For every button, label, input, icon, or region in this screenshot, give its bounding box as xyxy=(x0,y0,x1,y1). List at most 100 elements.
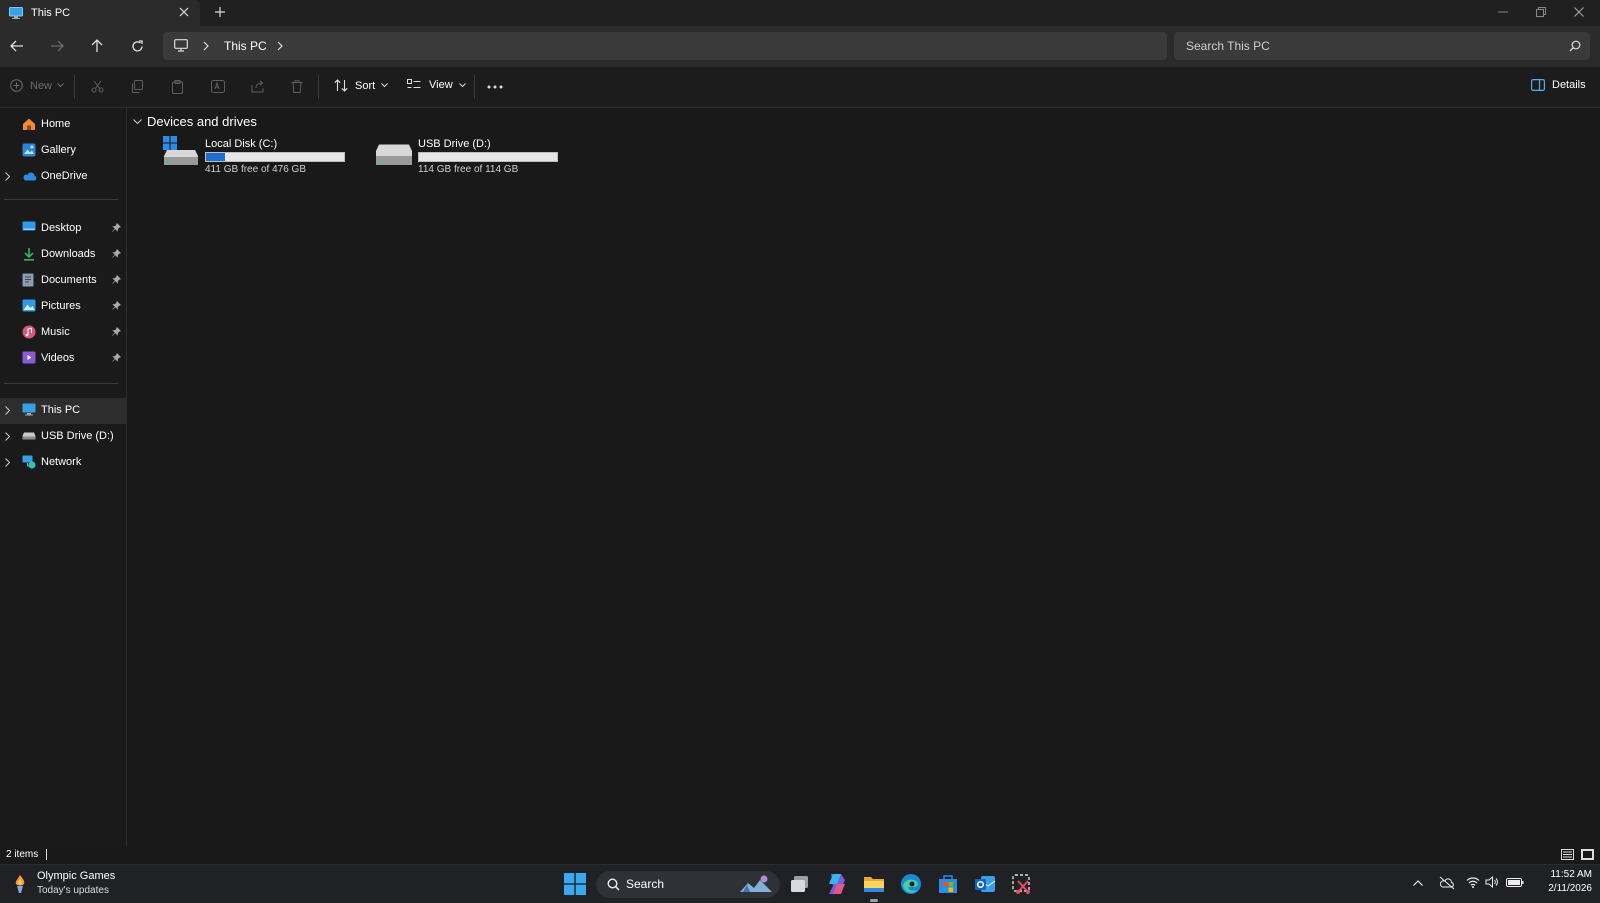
address-bar[interactable]: This PC xyxy=(163,32,1167,60)
home-icon xyxy=(22,117,36,131)
snipping-tool-icon[interactable] xyxy=(1010,872,1034,896)
chevron-down-icon xyxy=(458,82,466,88)
taskbar: Olympic Games Today's updates Search 11:… xyxy=(0,864,1600,903)
share-icon[interactable] xyxy=(251,80,265,93)
clock[interactable]: 11:52 AM 2/11/2026 xyxy=(1532,869,1592,894)
chevron-right-icon[interactable] xyxy=(5,406,10,415)
battery-icon[interactable] xyxy=(1506,878,1524,887)
sidebar-item-documents[interactable]: Documents xyxy=(0,268,126,294)
navigation-bar: This PC Search This PC xyxy=(0,26,1600,67)
sidebar-item-pictures[interactable]: Pictures xyxy=(0,294,126,320)
microsoft-365-icon[interactable] xyxy=(825,872,849,896)
close-tab-icon[interactable] xyxy=(179,7,189,17)
drive-name: USB Drive (D:) xyxy=(418,138,491,150)
drive-tile-c[interactable]: Local Disk (C:) 411 GB free of 476 GB xyxy=(160,134,350,178)
delete-icon[interactable] xyxy=(291,80,303,93)
usb-drive-icon xyxy=(22,432,36,440)
up-button[interactable] xyxy=(85,34,109,58)
separator xyxy=(474,75,475,99)
drive-tile-d[interactable]: USB Drive (D:) 114 GB free of 114 GB xyxy=(374,134,564,178)
breadcrumb-this-pc[interactable]: This PC xyxy=(224,39,267,53)
monitor-icon xyxy=(174,39,188,52)
chevron-down-icon xyxy=(381,83,389,88)
separator xyxy=(74,75,75,99)
videos-icon xyxy=(22,351,36,364)
sidebar-item-gallery[interactable]: Gallery xyxy=(0,138,126,164)
network-icon xyxy=(22,455,36,469)
drive-free-space: 114 GB free of 114 GB xyxy=(418,164,519,175)
chevron-right-icon[interactable] xyxy=(5,458,10,467)
sidebar-item-desktop[interactable]: Desktop xyxy=(0,216,126,242)
details-button[interactable]: Details xyxy=(1531,79,1586,91)
sidebar-item-downloads[interactable]: Downloads xyxy=(0,242,126,268)
paste-icon[interactable] xyxy=(171,80,184,94)
status-bar: 2 items xyxy=(0,846,1600,864)
volume-icon[interactable] xyxy=(1485,876,1499,888)
chevron-right-icon[interactable] xyxy=(203,41,209,51)
navigation-pane: Home Gallery OneDrive Desktop Downloads xyxy=(0,108,127,846)
pin-icon xyxy=(112,249,121,258)
large-icons-view-icon[interactable] xyxy=(1581,849,1594,860)
search-highlight-icon xyxy=(738,874,774,894)
microsoft-store-icon[interactable] xyxy=(936,872,960,896)
close-window-button[interactable] xyxy=(1560,0,1598,24)
sidebar-item-this-pc[interactable]: This PC xyxy=(0,398,126,424)
status-separator xyxy=(46,849,47,860)
task-view-icon[interactable] xyxy=(788,872,812,896)
new-tab-button[interactable] xyxy=(214,6,226,18)
sidebar-item-music[interactable]: Music xyxy=(0,320,126,346)
minimize-button[interactable] xyxy=(1484,0,1522,24)
drive-usage-fill xyxy=(206,153,225,161)
cut-icon[interactable] xyxy=(91,80,104,93)
sidebar-item-label: Network xyxy=(41,456,82,468)
forward-button[interactable] xyxy=(45,34,69,58)
sort-icon xyxy=(334,79,348,92)
copy-icon[interactable] xyxy=(131,80,144,93)
chevron-right-icon[interactable] xyxy=(5,172,10,181)
onedrive-offline-icon[interactable] xyxy=(1439,876,1455,890)
start-button[interactable] xyxy=(564,873,588,897)
sidebar-item-onedrive[interactable]: OneDrive xyxy=(0,164,126,190)
details-view-icon[interactable] xyxy=(1561,849,1574,860)
file-explorer-icon[interactable] xyxy=(862,872,886,896)
sidebar-item-usb-drive[interactable]: USB Drive (D:) xyxy=(0,424,126,450)
more-options-icon[interactable] xyxy=(487,85,503,89)
restore-button[interactable] xyxy=(1522,0,1560,24)
sidebar-item-label: Downloads xyxy=(41,248,96,260)
downloads-icon xyxy=(22,247,36,261)
chevron-right-icon[interactable] xyxy=(277,41,283,51)
sidebar-divider xyxy=(4,383,118,384)
documents-icon xyxy=(22,273,34,287)
search-input[interactable]: Search This PC xyxy=(1174,32,1590,60)
sort-button[interactable]: Sort xyxy=(334,79,389,92)
drive-usage-bar xyxy=(418,152,558,162)
pictures-icon xyxy=(22,299,36,312)
sidebar-item-videos[interactable]: Videos xyxy=(0,346,126,372)
details-label: Details xyxy=(1552,79,1586,91)
wifi-icon[interactable] xyxy=(1466,876,1480,888)
new-plus-icon xyxy=(10,79,23,92)
taskbar-search-box[interactable]: Search xyxy=(596,871,780,898)
chevron-right-icon[interactable] xyxy=(5,432,10,441)
tab-this-pc[interactable]: This PC xyxy=(0,0,200,26)
chevron-up-icon[interactable] xyxy=(1413,880,1423,886)
widgets-button[interactable]: Olympic Games Today's updates xyxy=(0,865,160,903)
command-bar: New Sort View Details xyxy=(0,67,1600,108)
edge-browser-icon[interactable] xyxy=(899,872,923,896)
rename-icon[interactable] xyxy=(211,80,225,93)
sidebar-item-home[interactable]: Home xyxy=(0,112,126,138)
pin-icon xyxy=(112,301,121,310)
sidebar-item-label: Videos xyxy=(41,352,75,364)
sidebar-item-label: OneDrive xyxy=(41,170,88,182)
back-button[interactable] xyxy=(5,34,29,58)
outlook-icon[interactable] xyxy=(973,872,997,896)
refresh-button[interactable] xyxy=(125,34,149,58)
new-label: New xyxy=(30,79,53,92)
item-count: 2 items xyxy=(6,849,39,860)
this-pc-icon xyxy=(22,403,36,416)
group-header-devices-and-drives[interactable]: Devices and drives xyxy=(133,114,257,129)
group-title: Devices and drives xyxy=(147,114,257,129)
sidebar-item-network[interactable]: Network xyxy=(0,450,126,476)
view-button[interactable]: View xyxy=(407,79,466,91)
new-button[interactable]: New xyxy=(10,79,64,92)
